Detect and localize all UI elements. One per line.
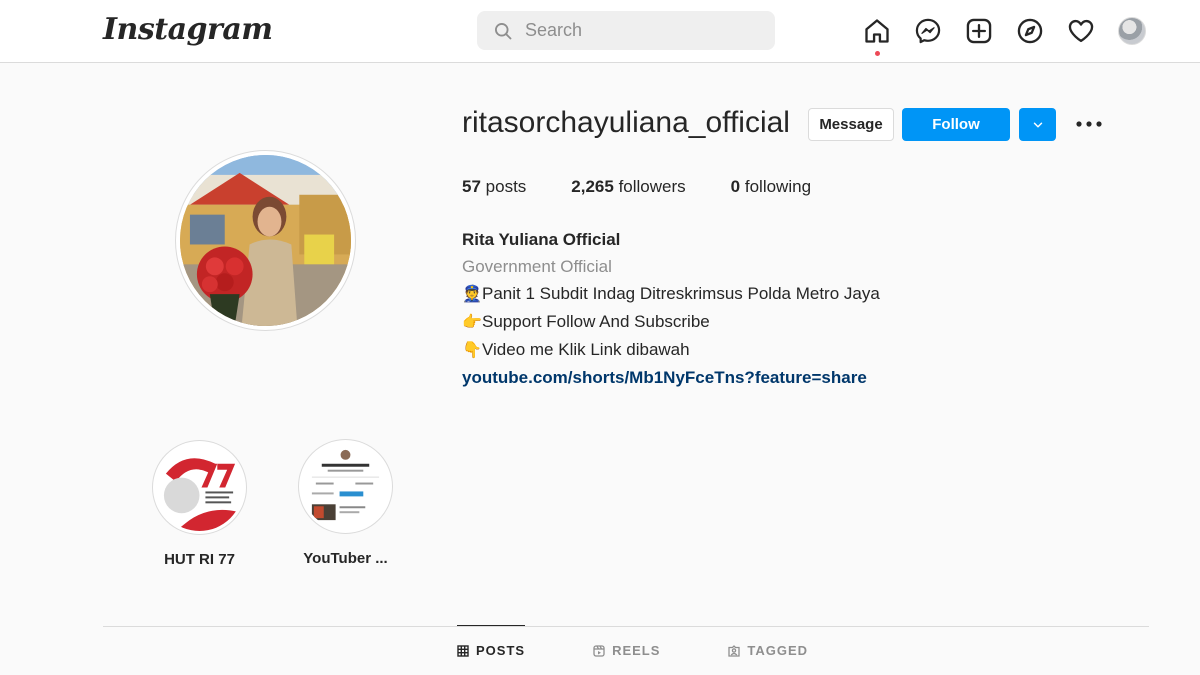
bio-external-link[interactable]: youtube.com/shorts/Mb1NyFceTns?feature=s… — [462, 368, 867, 387]
grid-icon — [457, 644, 469, 657]
highlight-title: HUT RI 77 — [164, 551, 235, 568]
search-box[interactable] — [477, 11, 775, 50]
profile-category: Government Official — [462, 257, 612, 276]
tagged-user-icon — [728, 644, 741, 657]
pointing-right-emoji-icon: 👉 — [462, 314, 482, 331]
followers-stat[interactable]: 2,265 followers — [571, 177, 685, 197]
highlight-ring — [298, 439, 393, 534]
top-navigation-bar: Instagram — [0, 0, 1200, 63]
more-options-button[interactable] — [1075, 113, 1103, 135]
pointing-down-emoji-icon: 👇 — [462, 342, 482, 359]
reels-icon — [593, 644, 605, 657]
notification-dot — [875, 51, 880, 56]
full-name: Rita Yuliana Official — [462, 230, 621, 249]
following-count: 0 — [730, 177, 741, 196]
posts-stat: 57 posts — [462, 177, 526, 197]
new-post-icon[interactable] — [962, 14, 996, 48]
highlight-cover — [302, 443, 389, 530]
story-highlight[interactable]: YouTuber ... — [298, 439, 393, 567]
bio-line: 👇Video me Klik Link dibawah — [462, 336, 880, 364]
avatar — [1118, 17, 1146, 45]
following-label: following — [744, 177, 812, 196]
suggested-accounts-button[interactable] — [1019, 108, 1056, 141]
highlight-title: YouTuber ... — [303, 550, 388, 567]
profile-stats: 57 posts 2,265 followers 0 following — [462, 177, 856, 197]
profile-bio: Rita Yuliana Official Government Officia… — [462, 226, 880, 391]
bio-line-text: Panit 1 Subdit Indag Ditreskrimsus Polda… — [482, 284, 880, 303]
activity-heart-icon[interactable] — [1064, 14, 1098, 48]
messenger-icon[interactable] — [911, 14, 945, 48]
posts-label: posts — [485, 177, 527, 196]
following-stat[interactable]: 0 following — [731, 177, 811, 197]
tab-reels[interactable]: REELS — [593, 626, 660, 675]
explore-icon[interactable] — [1013, 14, 1047, 48]
tab-label: POSTS — [476, 643, 526, 658]
profile-tabs: POSTS REELS TAGGED — [457, 625, 876, 675]
police-officer-emoji-icon: 👮 — [462, 286, 482, 303]
instagram-logo[interactable]: Instagram — [103, 12, 273, 47]
follow-button[interactable]: Follow — [902, 108, 1010, 141]
followers-label: followers — [618, 177, 686, 196]
tab-label: REELS — [612, 643, 661, 658]
story-highlight[interactable]: HUT RI 77 — [152, 440, 247, 568]
profile-username: ritasorchayuliana_official — [462, 106, 790, 139]
followers-count: 2,265 — [571, 177, 614, 196]
profile-photo — [180, 155, 351, 326]
home-icon[interactable] — [860, 14, 894, 56]
bio-line: 👮Panit 1 Subdit Indag Ditreskrimsus Pold… — [462, 280, 880, 308]
profile-picture[interactable] — [175, 150, 356, 331]
message-button[interactable]: Message — [808, 108, 894, 141]
tab-label: TAGGED — [747, 643, 809, 658]
tab-tagged[interactable]: TAGGED — [728, 626, 808, 675]
search-input[interactable] — [525, 20, 755, 41]
more-horizontal-icon — [1076, 121, 1102, 127]
highlight-ring — [152, 440, 247, 535]
nav-icons — [860, 14, 1166, 56]
bio-line-text: Support Follow And Subscribe — [482, 312, 710, 331]
bio-line-text: Video me Klik Link dibawah — [482, 340, 690, 359]
search-icon — [495, 22, 512, 39]
bio-line: 👉Support Follow And Subscribe — [462, 308, 880, 336]
chevron-down-icon — [1033, 122, 1042, 127]
posts-count: 57 — [462, 177, 481, 196]
highlight-cover — [156, 444, 243, 531]
profile-avatar[interactable] — [1115, 14, 1149, 48]
tab-posts[interactable]: POSTS — [457, 625, 526, 675]
